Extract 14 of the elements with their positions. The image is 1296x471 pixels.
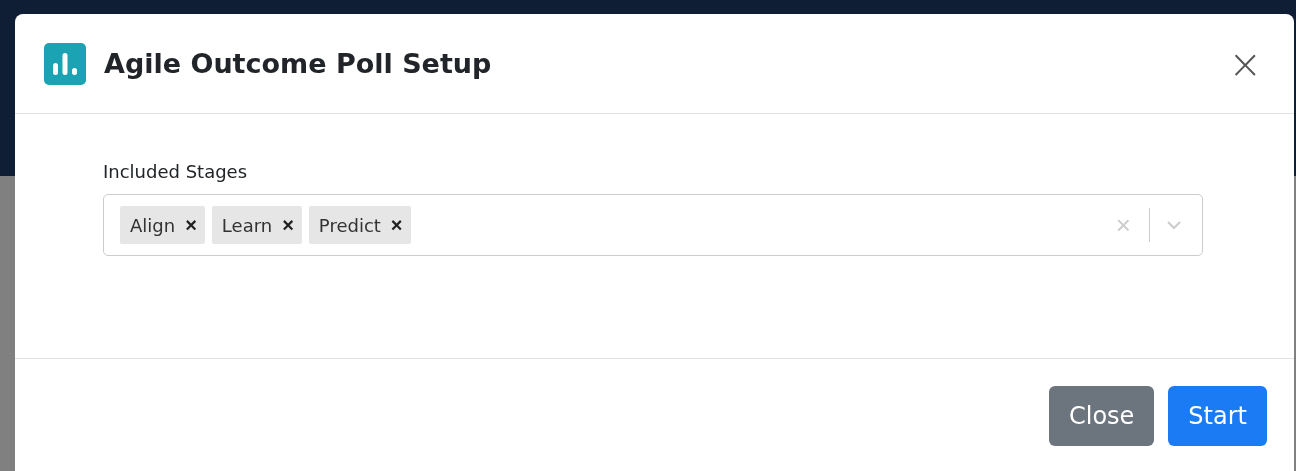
footer-button[interactable]: Start <box>1168 386 1267 446</box>
remove-tag-button[interactable]: × <box>185 213 197 237</box>
stage-tag: Predict × <box>308 206 411 244</box>
close-button[interactable]: × <box>1224 43 1266 84</box>
field-label: Included Stages <box>103 161 248 182</box>
chevron-down-icon[interactable] <box>1166 220 1182 230</box>
dialog-title: Agile Outcome Poll Setup <box>104 48 493 79</box>
remove-tag-button[interactable]: × <box>282 213 294 237</box>
remove-tag-button[interactable]: × <box>390 213 403 237</box>
footer-button[interactable]: Close <box>1048 386 1155 446</box>
multi-select-field[interactable]: Align × Learn × Predict × × <box>103 194 1203 256</box>
chart-icon <box>44 42 86 85</box>
stage-tag: Learn × <box>211 206 302 244</box>
stage-tag: Align × <box>120 206 205 244</box>
